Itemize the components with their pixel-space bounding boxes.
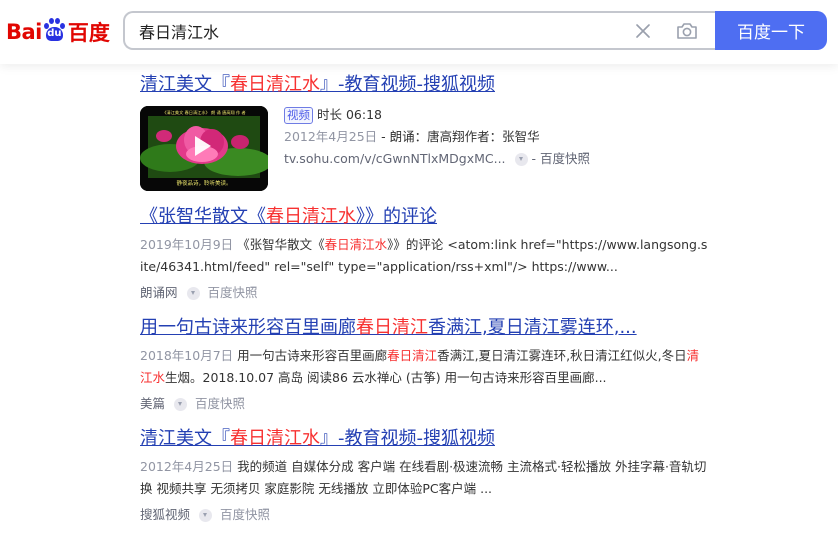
video-tag: 视频 (284, 107, 313, 124)
result-source: 搜狐视频 百度快照 (140, 505, 710, 525)
dropdown-dot-icon[interactable] (199, 508, 213, 522)
result-title[interactable]: 清江美文『春日清江水』-教育视频-搜狐视频 (140, 72, 710, 98)
dropdown-dot-icon[interactable] (174, 397, 188, 411)
video-thumbnail-art: 《清江美文 春日清江水》 朗 诵 唐高翔 作 者 静夜品诗，聆听美读。 (140, 106, 268, 191)
source-site[interactable]: 美篇 (140, 394, 165, 414)
dropdown-dot-icon[interactable] (186, 286, 200, 300)
results-list: 清江美文『春日清江水』-教育视频-搜狐视频 《清江美文 春日清江水》 朗 诵 唐… (140, 72, 710, 525)
logo-bai-text: Bai (6, 20, 42, 44)
search-box (123, 11, 716, 50)
result-url[interactable]: tv.sohu.com/v/cGwnNTlxMDgxMC... (284, 148, 506, 170)
result-abstract: 2019年10月9日 《张智华散文《春日清江水》》的评论 <atom:link … (140, 237, 708, 274)
svg-text:静夜品诗，聆听美读。: 静夜品诗，聆听美读。 (176, 179, 231, 187)
result-item: 清江美文『春日清江水』-教育视频-搜狐视频 2012年4月25日 我的频道 自媒… (140, 426, 710, 525)
result-title[interactable]: 用一句古诗来形容百里画廊春日清江香满江,夏日清江雾连环,... (140, 315, 710, 341)
search-button[interactable]: 百度一下 (715, 11, 827, 50)
snapshot-link[interactable]: 百度快照 (220, 505, 270, 525)
header: Bai du 百度 百度一下 (0, 0, 838, 64)
result-source: 美篇 百度快照 (140, 394, 710, 414)
result-title[interactable]: 清江美文『春日清江水』-教育视频-搜狐视频 (140, 426, 710, 452)
logo-cn-text: 百度 (67, 21, 110, 45)
result-date: 2012年4月25日 (284, 129, 378, 144)
result-item: 《张智华散文《春日清江水》》的评论 2019年10月9日 《张智华散文《春日清江… (140, 204, 710, 303)
source-site[interactable]: 搜狐视频 (140, 505, 190, 525)
snapshot-link[interactable]: 百度快照 (195, 394, 245, 414)
search-input[interactable] (139, 13, 619, 48)
snapshot-link[interactable]: - 百度快照 (532, 148, 590, 170)
result-item: 用一句古诗来形容百里画廊春日清江香满江,夏日清江雾连环,... 2018年10月… (140, 315, 710, 414)
clear-icon[interactable] (634, 22, 652, 40)
dropdown-dot-icon[interactable] (514, 152, 528, 166)
result-abstract: 2012年4月25日 我的频道 自媒体分成 客户端 在线看剧·极速流畅 主流格式… (140, 459, 707, 496)
source-site[interactable]: 朗诵网 (140, 283, 178, 303)
result-source: 朗诵网 百度快照 (140, 283, 710, 303)
result-item: 清江美文『春日清江水』-教育视频-搜狐视频 《清江美文 春日清江水》 朗 诵 唐… (140, 72, 710, 196)
camera-icon[interactable] (676, 21, 698, 41)
video-meta: 视频 时长 06:18 2012年4月25日 - 朗诵：唐高翔作者：张智华 tv.… (284, 104, 714, 170)
baidu-logo[interactable]: Bai du 百度 (6, 14, 110, 50)
paw-icon: du (43, 18, 65, 42)
result-title[interactable]: 《张智华散文《春日清江水》》的评论 (140, 204, 710, 230)
video-duration: 时长 06:18 (317, 107, 382, 122)
logo-du-text: du (47, 28, 62, 39)
result-abstract: 2018年10月7日 用一句古诗来形容百里画廊春日清江香满江,夏日清江雾连环,秋… (140, 348, 700, 385)
video-credits: - 朗诵：唐高翔作者：张智华 (377, 129, 540, 144)
snapshot-link[interactable]: 百度快照 (208, 283, 258, 303)
video-thumbnail[interactable]: 《清江美文 春日清江水》 朗 诵 唐高翔 作 者 静夜品诗，聆听美读。 (140, 106, 268, 191)
svg-text:《清江美文 春日清江水》 朗 诵 唐高翔 作 者: 《清江美文 春日清江水》 朗 诵 唐高翔 作 者 (162, 109, 245, 116)
